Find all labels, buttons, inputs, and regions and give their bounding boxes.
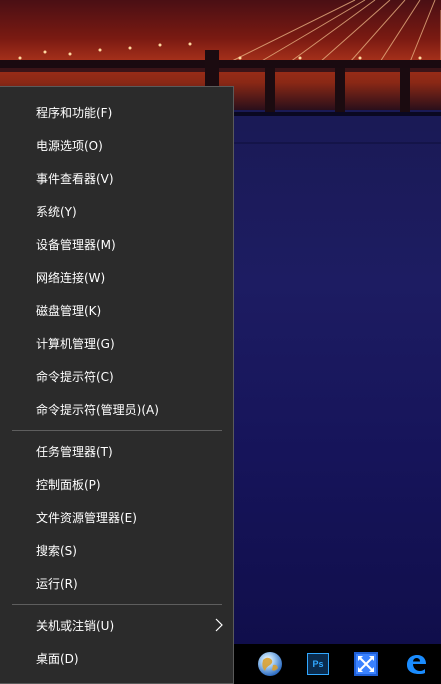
menu-item-file-explorer[interactable]: 文件资源管理器(E): [0, 501, 233, 534]
menu-item-label: 文件资源管理器(E): [36, 511, 137, 525]
menu-item-control-panel[interactable]: 控制面板(P): [0, 468, 233, 501]
globe-icon[interactable]: [254, 648, 286, 680]
menu-item-label: 网络连接(W): [36, 271, 106, 285]
menu-item-label: 事件查看器(V): [36, 172, 114, 186]
menu-item-search[interactable]: 搜索(S): [0, 534, 233, 567]
menu-item-label: 电源选项(O): [36, 139, 103, 153]
menu-item-system[interactable]: 系统(Y): [0, 195, 233, 228]
chevron-right-icon: [215, 618, 223, 632]
menu-item-task-manager[interactable]: 任务管理器(T): [0, 435, 233, 468]
menu-item-power-options[interactable]: 电源选项(O): [0, 129, 233, 162]
menu-item-shutdown-signout[interactable]: 关机或注销(U): [0, 609, 233, 642]
menu-separator: [12, 604, 222, 605]
taskbar: Ps: [234, 644, 441, 684]
menu-item-desktop[interactable]: 桌面(D): [0, 642, 233, 675]
photoshop-icon-text: Ps: [312, 659, 324, 669]
menu-item-computer-management[interactable]: 计算机管理(G): [0, 327, 233, 360]
menu-item-label: 设备管理器(M): [36, 238, 116, 252]
menu-separator: [12, 430, 222, 431]
menu-item-programs-features[interactable]: 程序和功能(F): [0, 96, 233, 129]
menu-item-label: 程序和功能(F): [36, 106, 113, 120]
menu-item-label: 控制面板(P): [36, 478, 101, 492]
menu-item-label: 命令提示符(管理员)(A): [36, 403, 159, 417]
menu-item-event-viewer[interactable]: 事件查看器(V): [0, 162, 233, 195]
menu-item-label: 命令提示符(C): [36, 370, 114, 384]
menu-item-command-prompt[interactable]: 命令提示符(C): [0, 360, 233, 393]
menu-item-device-manager[interactable]: 设备管理器(M): [0, 228, 233, 261]
menu-item-label: 系统(Y): [36, 205, 77, 219]
menu-item-label: 计算机管理(G): [36, 337, 115, 351]
menu-item-run[interactable]: 运行(R): [0, 567, 233, 600]
menu-item-disk-management[interactable]: 磁盘管理(K): [0, 294, 233, 327]
menu-item-label: 搜索(S): [36, 544, 77, 558]
menu-item-command-prompt-admin[interactable]: 命令提示符(管理员)(A): [0, 393, 233, 426]
menu-item-label: 关机或注销(U): [36, 619, 115, 633]
menu-item-label: 桌面(D): [36, 652, 79, 666]
remote-desktop-icon[interactable]: [350, 648, 382, 680]
photoshop-icon[interactable]: Ps: [302, 648, 334, 680]
menu-item-label: 运行(R): [36, 577, 78, 591]
edge-icon[interactable]: [400, 648, 432, 680]
menu-item-label: 任务管理器(T): [36, 445, 113, 459]
winx-context-menu: 程序和功能(F) 电源选项(O) 事件查看器(V) 系统(Y) 设备管理器(M)…: [0, 86, 234, 684]
menu-item-network-connections[interactable]: 网络连接(W): [0, 261, 233, 294]
menu-item-label: 磁盘管理(K): [36, 304, 102, 318]
